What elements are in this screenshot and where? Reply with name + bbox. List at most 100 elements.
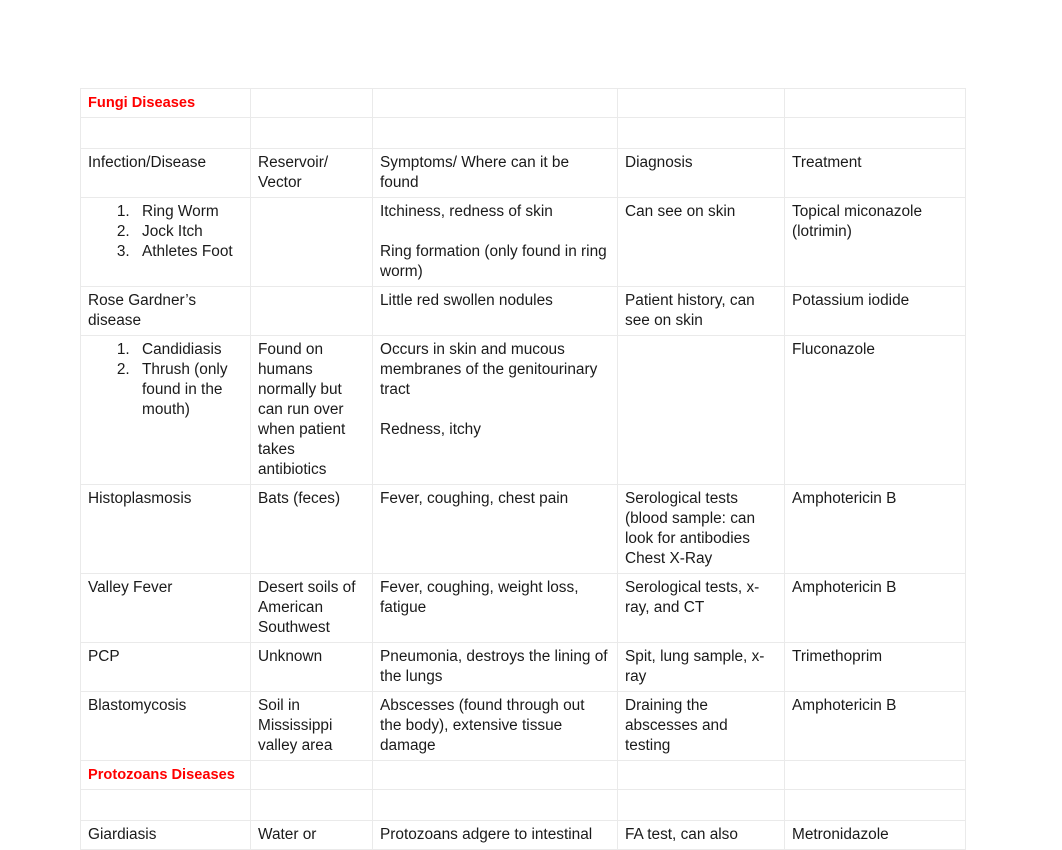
empty-cell: [784, 789, 966, 821]
column-header-symptoms-label: Symptoms/ Where can it be found: [380, 154, 570, 191]
blastomycosis-disease: Blastomycosis: [88, 697, 187, 714]
table-row-spacer: [80, 117, 966, 149]
ringworm-disease-list: Ring Worm Jock Itch Athletes Foot: [88, 202, 243, 262]
pcp-treatment: Trimethoprim: [792, 648, 883, 665]
valley-fever-reservoir: Desert soils of American Southwest: [258, 579, 356, 636]
cell-diagnosis: Serological tests, x-ray, and CT: [617, 573, 785, 643]
valley-fever-disease: Valley Fever: [88, 579, 173, 596]
giardiasis-diagnosis: FA test, can also: [625, 826, 738, 843]
cell-disease-list: Ring Worm Jock Itch Athletes Foot: [80, 197, 251, 287]
cell-diagnosis: [617, 335, 785, 485]
empty-cell: [784, 117, 966, 149]
cell-symptoms: Little red swollen nodules: [372, 286, 618, 336]
empty-cell: [80, 117, 251, 149]
cell-treatment: Fluconazole: [784, 335, 966, 485]
empty-cell: [372, 117, 618, 149]
candidiasis-treatment: Fluconazole: [792, 341, 875, 358]
blastomycosis-reservoir: Soil in Mississippi valley area: [258, 697, 333, 754]
cell-reservoir: Soil in Mississippi valley area: [250, 691, 373, 761]
ringworm-symptoms-1: Itchiness, redness of skin: [380, 203, 553, 220]
empty-cell: [617, 760, 785, 790]
empty-cell: [372, 760, 618, 790]
candidiasis-disease-list: Candidiasis Thrush (only found in the mo…: [88, 340, 243, 420]
cell-treatment: Amphotericin B: [784, 691, 966, 761]
cell-treatment: Amphotericin B: [784, 573, 966, 643]
cell-reservoir: Desert soils of American Southwest: [250, 573, 373, 643]
table-row-spacer: [80, 789, 966, 821]
table-row-section-fungi: Fungi Diseases: [80, 88, 966, 118]
blastomycosis-symptoms: Abscesses (found through out the body), …: [380, 697, 585, 754]
cell-symptoms: Fever, coughing, weight loss, fatigue: [372, 573, 618, 643]
ringworm-symptoms-2: Ring formation (only found in ring worm): [380, 243, 607, 280]
cell-reservoir: [250, 197, 373, 287]
table-row-pcp: PCP Unknown Pneumonia, destroys the lini…: [80, 642, 966, 692]
empty-cell: [784, 88, 966, 118]
table-row-blastomycosis: Blastomycosis Soil in Mississippi valley…: [80, 691, 966, 761]
document-page: Fungi Diseases Infection/Disease Reservo…: [0, 0, 1062, 850]
cell-reservoir: Unknown: [250, 642, 373, 692]
giardiasis-treatment: Metronidazole: [792, 826, 889, 843]
empty-cell: [372, 789, 618, 821]
cell-treatment: Trimethoprim: [784, 642, 966, 692]
cell-disease: Histoplasmosis: [80, 484, 251, 574]
list-item: Candidiasis: [134, 340, 243, 360]
table-row-valley-fever: Valley Fever Desert soils of American So…: [80, 573, 966, 643]
table-row-rose-gardner: Rose Gardner’s disease Little red swolle…: [80, 286, 966, 336]
giardiasis-disease: Giardiasis: [88, 826, 157, 843]
cell-diagnosis: Can see on skin: [617, 197, 785, 287]
histoplasmosis-reservoir: Bats (feces): [258, 490, 341, 507]
cell-treatment: Potassium iodide: [784, 286, 966, 336]
empty-cell: [250, 760, 373, 790]
cell-reservoir: Water or: [250, 820, 373, 850]
cell-treatment: Topical miconazole (lotrimin): [784, 197, 966, 287]
giardiasis-reservoir: Water or: [258, 826, 317, 843]
empty-cell: [784, 760, 966, 790]
column-header-reservoir-line2: Vector: [258, 174, 302, 191]
cell-reservoir: [250, 286, 373, 336]
ringworm-diagnosis: Can see on skin: [625, 203, 736, 220]
histoplasmosis-disease: Histoplasmosis: [88, 490, 192, 507]
giardiasis-symptoms: Protozoans adgere to intestinal: [380, 826, 593, 843]
histoplasmosis-diagnosis-2: Chest X-Ray: [625, 550, 713, 567]
column-header-symptoms: Symptoms/ Where can it be found: [372, 148, 618, 198]
section-heading-protozoans-cell: Protozoans Diseases: [80, 760, 251, 790]
rose-gardner-symptoms: Little red swollen nodules: [380, 292, 553, 309]
list-item: Ring Worm: [134, 202, 243, 222]
cell-symptoms: Itchiness, redness of skin Ring formatio…: [372, 197, 618, 287]
pcp-symptoms: Pneumonia, destroys the lining of the lu…: [380, 648, 608, 685]
section-heading-fungi-cell: Fungi Diseases: [80, 88, 251, 118]
empty-cell: [250, 88, 373, 118]
valley-fever-treatment: Amphotericin B: [792, 579, 897, 596]
cell-treatment: Amphotericin B: [784, 484, 966, 574]
candidiasis-reservoir: Found on humans normally but can run ove…: [258, 341, 346, 478]
column-header-treatment-label: Treatment: [792, 154, 862, 171]
cell-symptoms: Occurs in skin and mucous membranes of t…: [372, 335, 618, 485]
table-header-row: Infection/Disease Reservoir/ Vector Symp…: [80, 148, 966, 198]
cell-treatment: Metronidazole: [784, 820, 966, 850]
section-heading-protozoans: Protozoans Diseases: [88, 767, 235, 783]
column-header-infection-disease: Infection/Disease: [80, 148, 251, 198]
empty-cell: [372, 88, 618, 118]
rose-gardner-diagnosis: Patient history, can see on skin: [625, 292, 755, 329]
cell-diagnosis: Serological tests (blood sample: can loo…: [617, 484, 785, 574]
cell-disease: Rose Gardner’s disease: [80, 286, 251, 336]
table-row-giardiasis: Giardiasis Water or Protozoans adgere to…: [80, 820, 966, 850]
pcp-disease: PCP: [88, 648, 120, 665]
table-row-section-protozoans: Protozoans Diseases: [80, 760, 966, 790]
cell-disease: Valley Fever: [80, 573, 251, 643]
cell-symptoms: Protozoans adgere to intestinal: [372, 820, 618, 850]
empty-cell: [617, 789, 785, 821]
section-heading-fungi: Fungi Diseases: [88, 95, 196, 111]
empty-cell: [250, 789, 373, 821]
table-row-candidiasis: Candidiasis Thrush (only found in the mo…: [80, 335, 966, 485]
valley-fever-symptoms: Fever, coughing, weight loss, fatigue: [380, 579, 579, 616]
cell-reservoir: Bats (feces): [250, 484, 373, 574]
column-header-treatment: Treatment: [784, 148, 966, 198]
list-item: Athletes Foot: [134, 242, 243, 262]
pcp-reservoir: Unknown: [258, 648, 323, 665]
cell-diagnosis: Draining the abscesses and testing: [617, 691, 785, 761]
table-row-histoplasmosis: Histoplasmosis Bats (feces) Fever, cough…: [80, 484, 966, 574]
cell-symptoms: Abscesses (found through out the body), …: [372, 691, 618, 761]
column-header-reservoir-vector: Reservoir/ Vector: [250, 148, 373, 198]
cell-symptoms: Pneumonia, destroys the lining of the lu…: [372, 642, 618, 692]
